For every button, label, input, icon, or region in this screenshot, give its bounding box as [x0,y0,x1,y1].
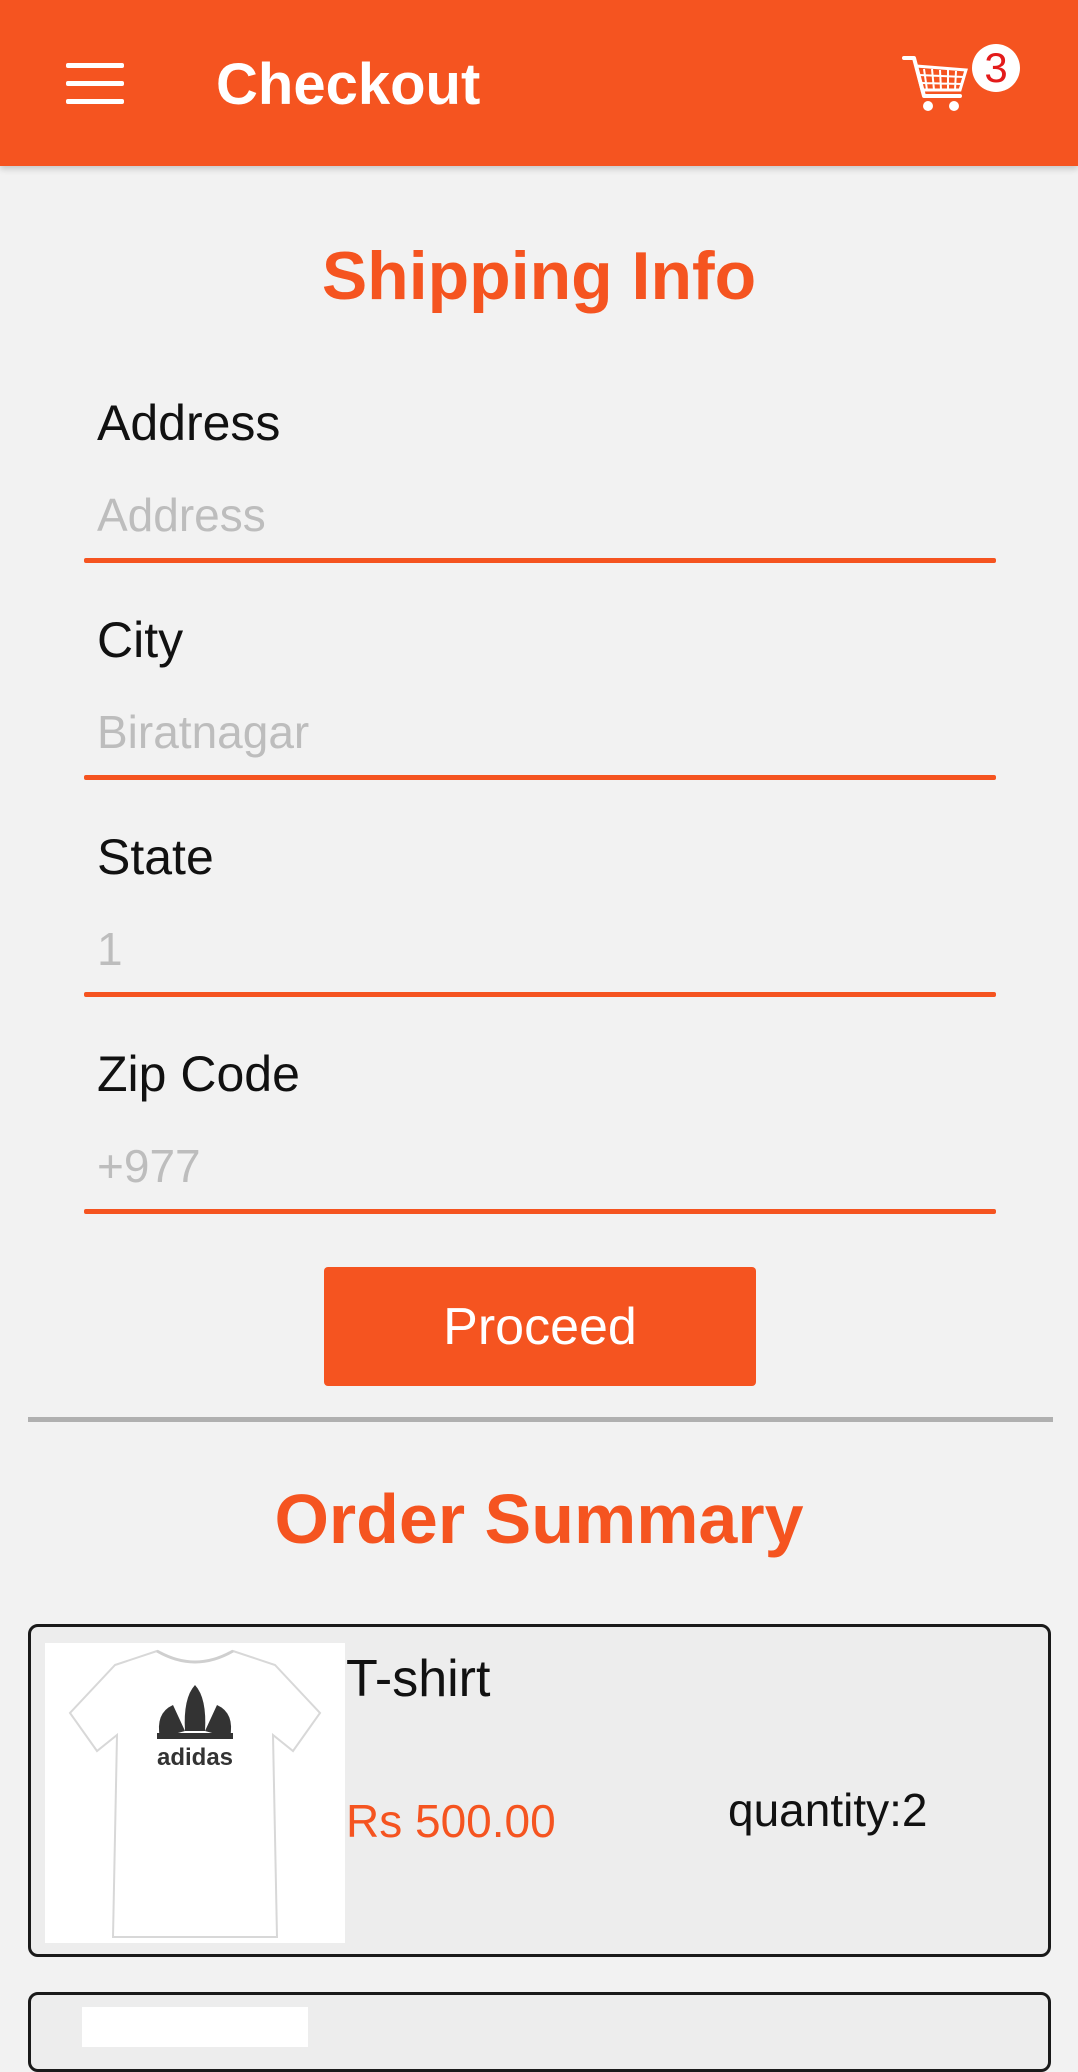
state-label: State [97,829,214,885]
city-underline [84,775,996,780]
zip-code-input[interactable] [84,1131,996,1201]
address-input[interactable] [84,480,996,550]
cart-count-badge: 3 [972,44,1020,92]
menu-icon[interactable] [66,63,128,105]
product-price: Rs 500.00 [346,1795,556,1847]
product-name: T-shirt [346,1650,491,1708]
zip-code-underline [84,1209,996,1214]
zip-code-label: Zip Code [97,1046,300,1102]
state-underline [84,992,996,997]
proceed-button[interactable]: Proceed [324,1267,756,1386]
shipping-info-title: Shipping Info [321,238,757,314]
city-input[interactable] [84,697,996,767]
product-quantity: quantity:2 [728,1784,928,1836]
state-input[interactable] [84,914,996,984]
address-underline [84,558,996,563]
shopping-cart-icon[interactable] [900,50,970,120]
page-title: Checkout [216,52,481,117]
city-label: City [97,612,184,668]
address-label: Address [97,395,281,451]
app-bar: Checkout 3 [0,0,1078,166]
svg-text:adidas: adidas [157,1744,233,1771]
product-image [82,2007,308,2047]
adidas-tshirt-image: adidas [45,1643,345,1943]
order-summary-title: Order Summary [274,1480,804,1558]
section-divider [28,1417,1053,1422]
